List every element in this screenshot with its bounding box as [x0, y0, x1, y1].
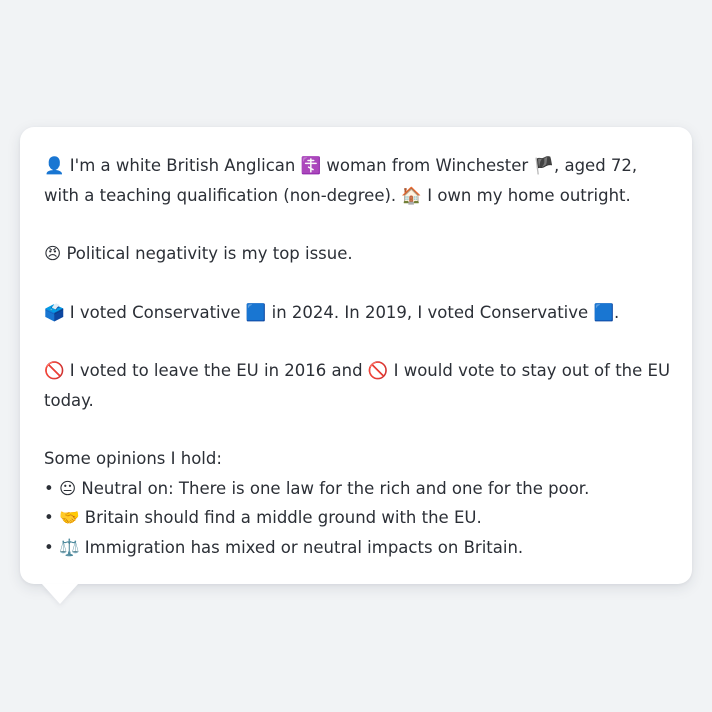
- bullet: •: [44, 508, 54, 527]
- vote-text-3: .: [613, 302, 620, 322]
- intro-text-1: I'm a white British Anglican: [64, 156, 301, 175]
- opinion-item: • ⚖️ Immigration has mixed or neutral im…: [44, 533, 672, 563]
- top-issue-text: Political negativity is my top issue.: [61, 244, 353, 263]
- prohibited-icon: 🚫: [44, 361, 65, 380]
- cross-icon: ☦️: [300, 156, 322, 175]
- ballot-box-icon: 🗳️: [44, 302, 65, 322]
- bullet: •: [44, 478, 54, 498]
- opinion-text: Immigration has mixed or neutral impacts…: [79, 537, 524, 557]
- opinion-text: Britain should find a middle ground with…: [79, 508, 482, 527]
- blue-square-icon: 🟦: [593, 302, 614, 322]
- angry-face-icon: 😠: [44, 244, 62, 263]
- profile-intro: 👤 I'm a white British Anglican ☦️ woman …: [44, 151, 672, 210]
- eu-text-1: I voted to leave the EU in 2016 and: [64, 361, 368, 380]
- scales-icon: ⚖️: [58, 537, 80, 557]
- voting-history: 🗳️ I voted Conservative 🟦 in 2024. In 20…: [44, 298, 672, 328]
- blue-square-icon: 🟦: [245, 302, 267, 322]
- eu-stance: 🚫 I voted to leave the EU in 2016 and 🚫 …: [44, 356, 672, 415]
- top-issue: 😠 Political negativity is my top issue.: [44, 239, 672, 269]
- persona-message-bubble: 👤 I'm a white British Anglican ☦️ woman …: [20, 127, 692, 584]
- opinions-heading: Some opinions I hold:: [44, 449, 222, 468]
- england-flag-icon: 🏴: [533, 156, 554, 175]
- opinion-item: • 😐 Neutral on: There is one law for the…: [44, 474, 672, 504]
- opinion-item: • 🤝 Britain should find a middle ground …: [44, 503, 672, 533]
- intro-text-4: I own my home outright.: [421, 185, 631, 205]
- neutral-face-icon: 😐: [58, 478, 77, 498]
- bubble-tail: [42, 584, 78, 604]
- bullet: •: [44, 537, 54, 557]
- handshake-icon: 🤝: [58, 508, 80, 527]
- opinion-text: Neutral on: There is one law for the ric…: [76, 478, 590, 498]
- intro-text-2: woman from Winchester: [321, 156, 534, 175]
- prohibited-icon: 🚫: [367, 361, 389, 380]
- house-icon: 🏠: [401, 185, 422, 205]
- vote-text-2: in 2024. In 2019, I voted Conservative: [266, 302, 594, 322]
- person-icon: 👤: [44, 156, 65, 175]
- vote-text-1: I voted Conservative: [64, 302, 246, 322]
